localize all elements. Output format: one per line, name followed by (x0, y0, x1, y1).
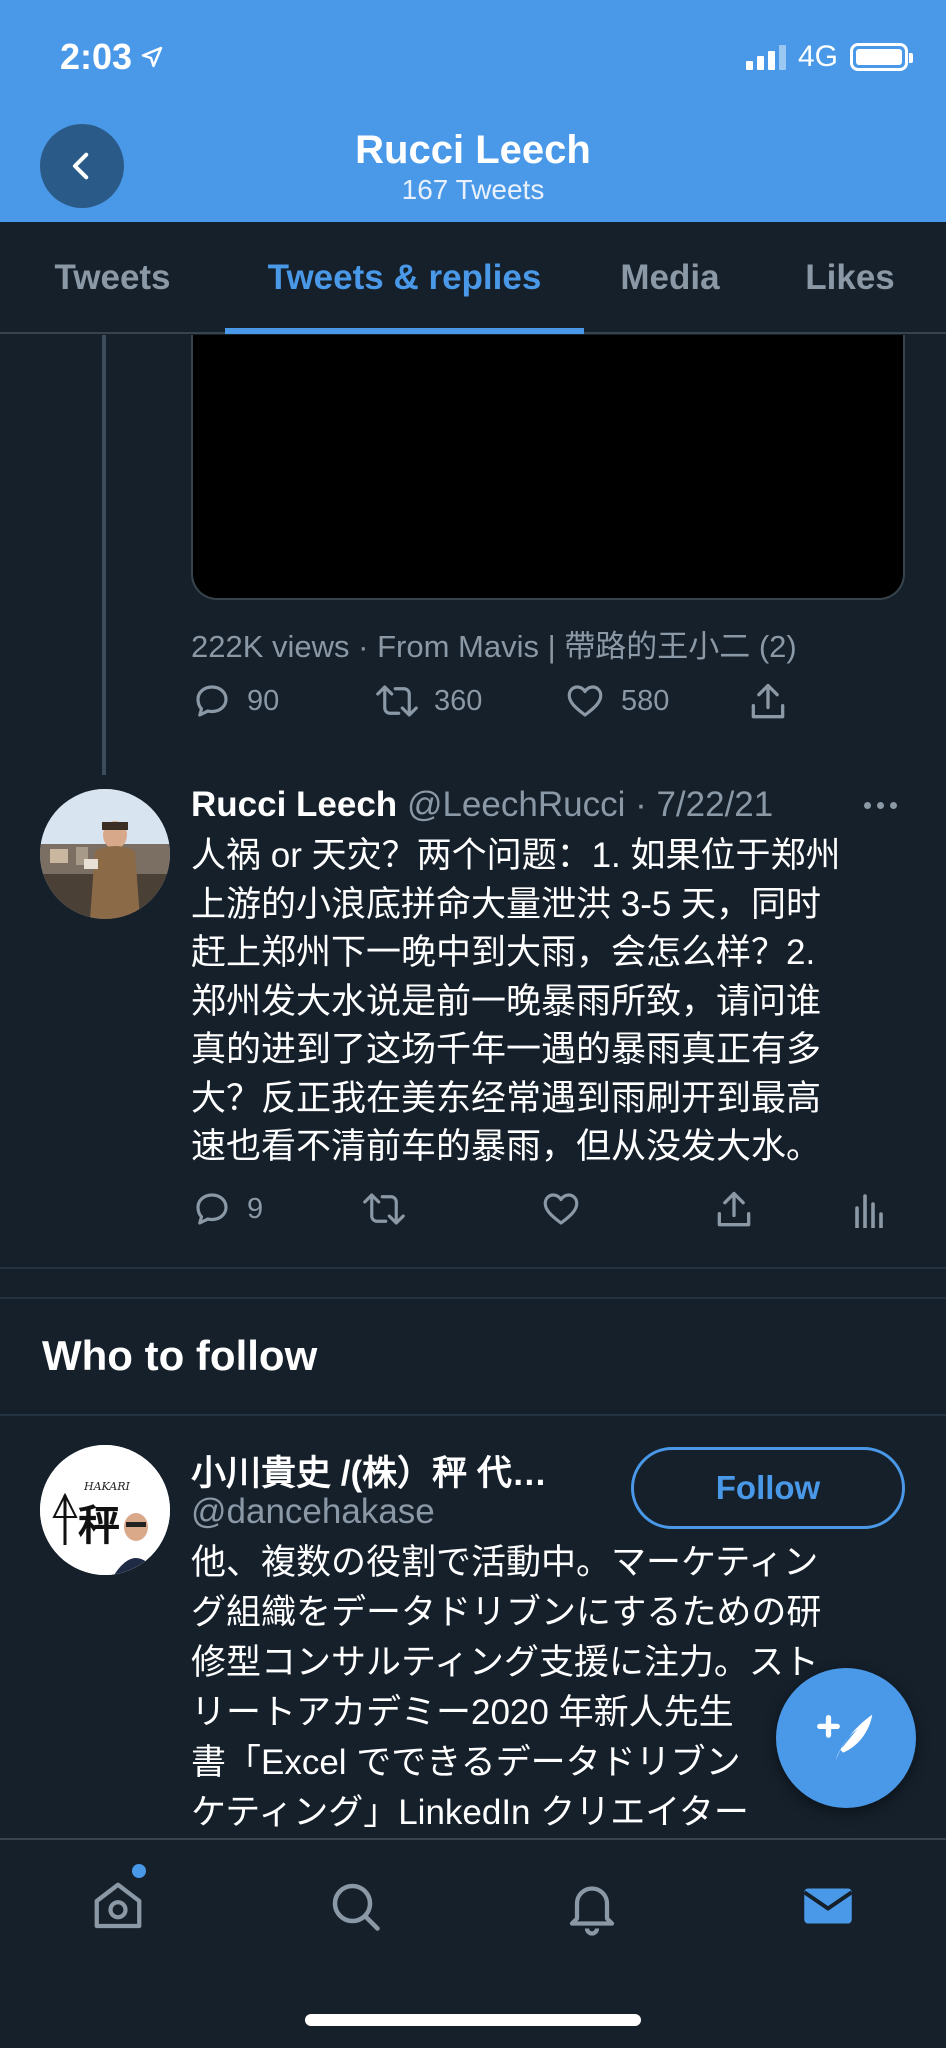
nav-home[interactable] (88, 1876, 148, 1936)
retweet-count: 360 (434, 684, 483, 717)
location-arrow-icon (140, 45, 164, 69)
suggested-user-name[interactable]: 小川貴史 /(株）秤 代… (191, 1445, 601, 1496)
status-time: 2:03 (60, 36, 164, 78)
avatar[interactable] (40, 789, 170, 919)
tweet-text: 人祸 or 天灾？两个问题：1. 如果位于郑州 上游的小浪底拼命大量泄洪 3-5… (191, 836, 841, 1166)
status-indicators: 4G (745, 40, 913, 74)
suggested-user-handle: @dancehakase (191, 1492, 435, 1531)
nav-search[interactable] (325, 1876, 385, 1936)
reply-count: 90 (247, 684, 280, 717)
like-button[interactable] (539, 1188, 583, 1230)
tab-likes[interactable]: Likes (760, 222, 940, 332)
share-icon (746, 680, 790, 724)
retweet-button[interactable]: 360 (374, 680, 482, 722)
reply-icon (191, 1188, 233, 1230)
follow-button[interactable]: Follow (631, 1447, 905, 1529)
new-content-dot (132, 1864, 146, 1878)
tab-tweets-and-replies[interactable]: Tweets & replies (225, 222, 584, 332)
author-handle-date: @LeechRucci · 7/22/21 (406, 785, 774, 824)
tweet-actions: 9 (191, 1188, 911, 1238)
section-divider (0, 1267, 946, 1299)
status-time-text: 2:03 (60, 36, 133, 77)
suggested-user-avatar[interactable]: HAKARI 秤 (40, 1445, 170, 1575)
tab-tweets[interactable]: Tweets (20, 222, 205, 332)
avatar-logo-kanji: 秤 (78, 1501, 120, 1550)
tweet-count: 167 Tweets (401, 174, 545, 205)
active-tab-indicator (225, 328, 584, 334)
mail-icon (798, 1876, 858, 1936)
signal-icon (745, 44, 786, 70)
retweet-icon (374, 680, 420, 722)
thread-line (102, 335, 106, 775)
nav-notifications[interactable] (562, 1876, 622, 1936)
avatar-logo-text: HAKARI (83, 1480, 131, 1493)
profile-tabs: Tweets Tweets & replies Media Likes (0, 222, 946, 334)
who-to-follow-title: Who to follow (42, 1332, 318, 1379)
more-options-icon[interactable] (864, 802, 897, 809)
like-count: 580 (621, 684, 670, 717)
retweet-icon (361, 1188, 407, 1230)
analytics-button[interactable] (851, 1188, 887, 1228)
reply-button[interactable]: 90 (191, 680, 279, 722)
tweet-header: Rucci Leech @LeechRucci · 7/22/21 (191, 785, 773, 825)
nav-messages[interactable] (798, 1876, 858, 1936)
tweet-actions: 90 360 580 (191, 680, 911, 730)
search-icon (325, 1876, 385, 1936)
share-button[interactable] (746, 680, 790, 724)
analytics-icon (851, 1188, 887, 1228)
bell-icon (562, 1876, 622, 1936)
reply-button[interactable]: 9 (191, 1188, 263, 1230)
heart-icon (563, 680, 607, 722)
reply-icon (191, 680, 233, 722)
home-indicator[interactable] (305, 2014, 641, 2026)
divider (0, 1414, 946, 1416)
battery-icon (850, 43, 913, 71)
share-icon (712, 1188, 756, 1232)
compose-feather-icon (811, 1703, 881, 1773)
author-name[interactable]: Rucci Leech (191, 785, 397, 824)
profile-name: Rucci Leech (355, 128, 591, 172)
reply-count: 9 (247, 1192, 264, 1225)
like-button[interactable]: 580 (563, 680, 669, 722)
video-player[interactable] (191, 335, 905, 600)
heart-icon (539, 1188, 583, 1230)
profile-header: 2:03 4G Rucci Leech 167 Tweets (0, 0, 946, 222)
home-icon (88, 1876, 148, 1936)
network-label: 4G (797, 40, 838, 73)
video-views: 222K views · From Mavis | 帶路的王小二 (2) (191, 629, 797, 664)
compose-tweet-button[interactable] (776, 1668, 916, 1808)
tab-media[interactable]: Media (600, 222, 740, 332)
share-button[interactable] (712, 1188, 756, 1232)
retweet-button[interactable] (361, 1188, 407, 1230)
